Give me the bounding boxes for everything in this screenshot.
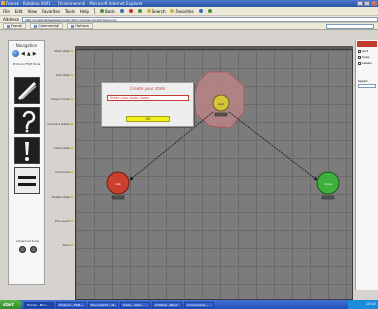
option-snap[interactable]: Snap: [356, 55, 378, 59]
taskbar-item[interactable]: Document1 - M...: [88, 301, 118, 308]
create-state-dialog: Create your state Enter your state name …: [101, 82, 194, 127]
taskbar-item[interactable]: Protocol - FSM...: [56, 301, 86, 308]
checkbox[interactable]: [358, 55, 361, 59]
state-node-red[interactable]: idle: [106, 171, 130, 200]
speed-label: Speed: [358, 79, 368, 83]
speed-select[interactable]: [358, 84, 376, 88]
state-node-label: done: [324, 182, 332, 186]
taskbar-item[interactable]: Untitled - Paint: [152, 301, 182, 308]
system-clock: 10:42: [348, 300, 378, 309]
state-graph: idle wait done: [106, 71, 340, 200]
state-name-input[interactable]: Enter your state name: [107, 95, 189, 101]
options-header: [357, 41, 377, 47]
taskbar-item[interactable]: Commercial...: [184, 301, 214, 308]
state-node-yellow[interactable]: wait: [212, 94, 230, 117]
right-options-panel: Grid Snap Labels Speed: [355, 40, 378, 290]
checkbox[interactable]: [358, 61, 361, 65]
state-node-label: wait: [218, 102, 225, 106]
taskbar-item[interactable]: Fronsk - Micr...: [24, 301, 54, 308]
transition-arrow[interactable]: [228, 111, 318, 181]
state-node-label: idle: [115, 182, 121, 186]
state-node-green[interactable]: done: [316, 171, 340, 200]
option-labels[interactable]: Labels: [356, 61, 378, 65]
taskbar: start Fronsk - Micr... Protocol - FSM...…: [0, 300, 378, 309]
ok-button[interactable]: OK: [126, 116, 170, 122]
taskbar-item[interactable]: Inbox - Outl...: [120, 301, 150, 308]
checkbox[interactable]: [358, 49, 361, 53]
dialog-title: Create your state: [130, 86, 165, 91]
option-grid[interactable]: Grid: [356, 49, 378, 53]
start-button[interactable]: start: [0, 300, 22, 309]
